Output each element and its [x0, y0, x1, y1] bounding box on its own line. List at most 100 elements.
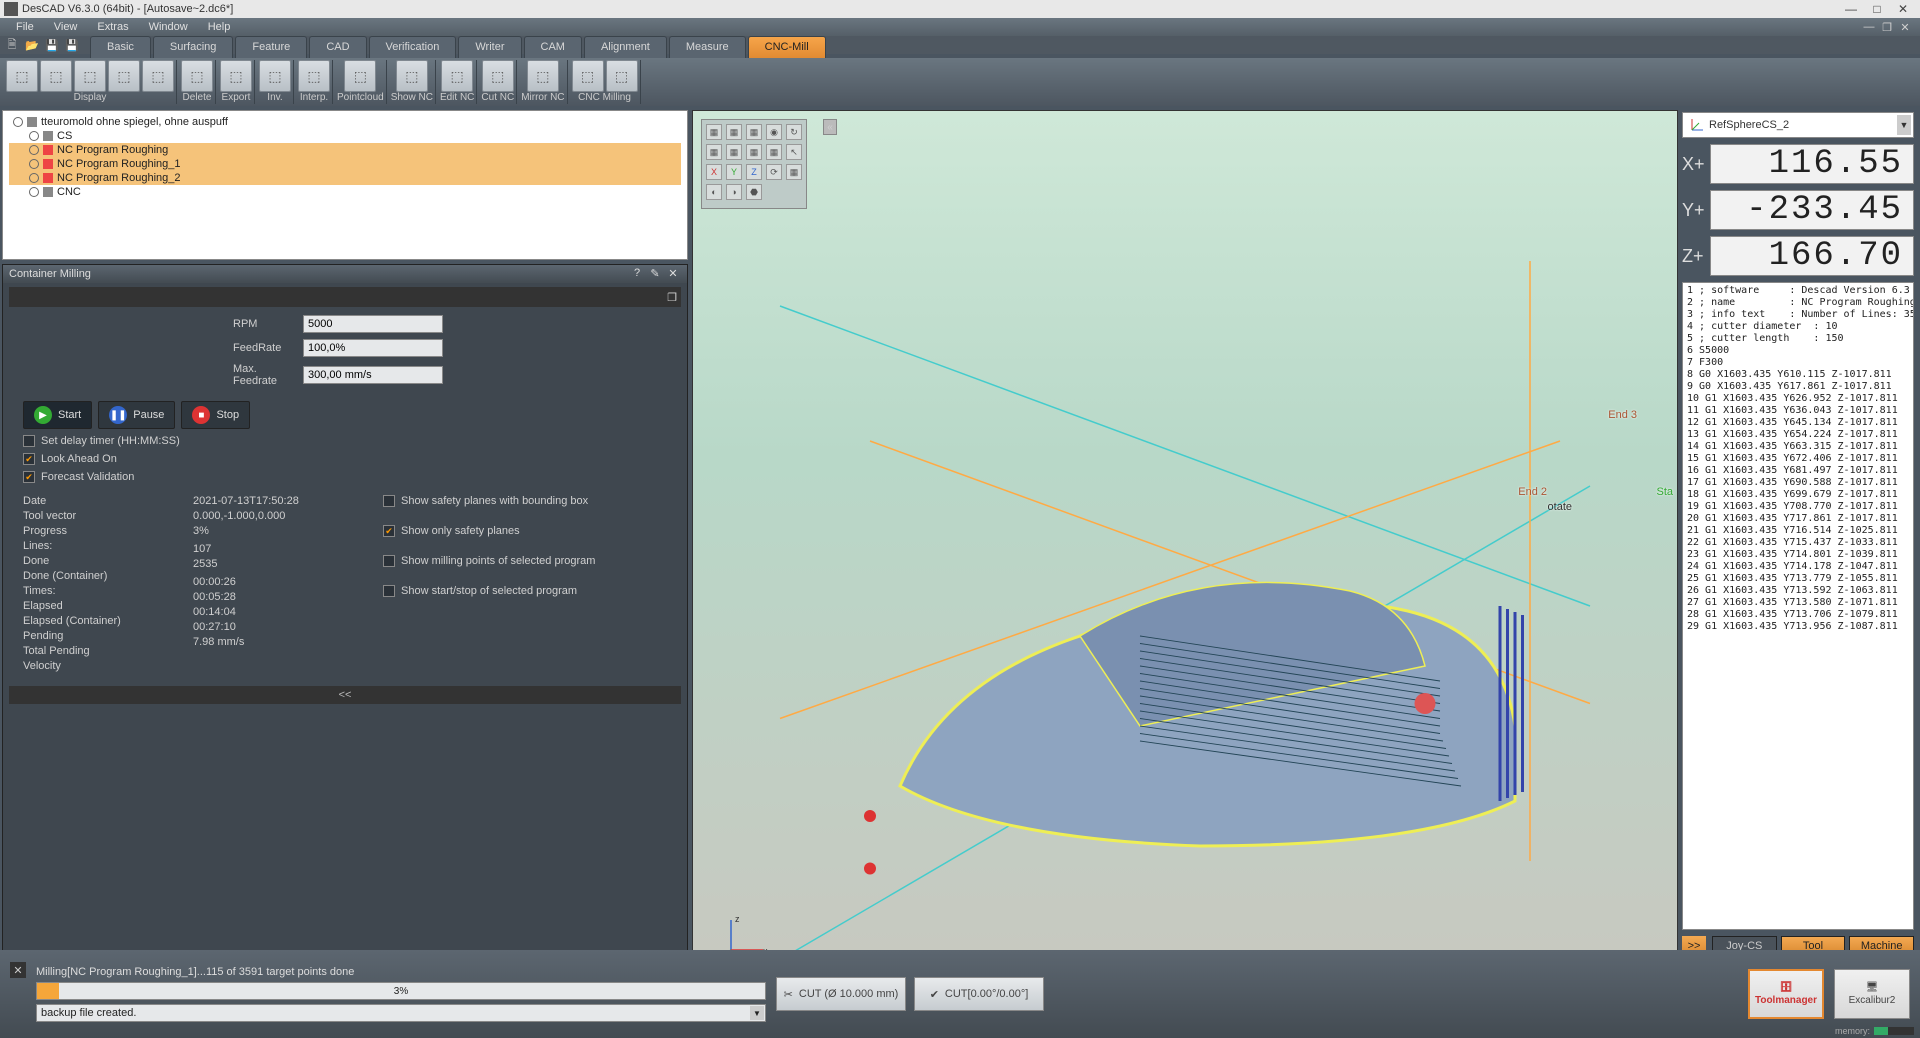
- status-message[interactable]: backup file created.▼: [36, 1004, 766, 1022]
- panel-close-button[interactable]: ✕: [665, 267, 681, 281]
- qa-open-button[interactable]: 📂: [24, 38, 40, 52]
- ribbon-btn-eye[interactable]: ⬚: [6, 60, 38, 92]
- os-close-button[interactable]: ✕: [1890, 2, 1916, 16]
- visibility-icon[interactable]: [29, 145, 39, 155]
- mdi-restore-button[interactable]: ❐: [1878, 21, 1896, 34]
- ribbon-btn-mill1[interactable]: ⬚: [572, 60, 604, 92]
- tree-label: tteuromold ohne spiegel, ohne auspuff: [41, 116, 228, 128]
- startstop-checkbox[interactable]: [383, 585, 395, 597]
- tree-row[interactable]: NC Program Roughing: [9, 143, 681, 157]
- footer-close-button[interactable]: ✕: [10, 962, 26, 978]
- panel-pin-button[interactable]: ✎: [647, 267, 663, 281]
- tree-row[interactable]: CS: [9, 129, 681, 143]
- ribbon-btn-shownc[interactable]: ⬚: [396, 60, 428, 92]
- tree-row[interactable]: NC Program Roughing_2: [9, 171, 681, 185]
- ribbon-btn-gear[interactable]: ⬚: [74, 60, 106, 92]
- ribbon-btn-mirrornc[interactable]: ⬚: [527, 60, 559, 92]
- ribbon-group-label: CNC Milling: [578, 92, 631, 104]
- position-readouts: X+116.55 Y+-233.45 Z+166.70: [1682, 144, 1914, 276]
- ribbon-btn-stack[interactable]: ⬚: [108, 60, 140, 92]
- tab-cam[interactable]: CAM: [524, 36, 582, 60]
- lookahead-label: Look Ahead On: [41, 453, 117, 465]
- tab-cad[interactable]: CAD: [309, 36, 366, 60]
- ribbon-btn-trash[interactable]: ⬚: [181, 60, 213, 92]
- footer-progress: Milling[NC Program Roughing_1]...115 of …: [36, 966, 766, 1022]
- lookahead-checkbox[interactable]: ✔: [23, 453, 35, 465]
- ribbon-btn-pin[interactable]: ⬚: [142, 60, 174, 92]
- x-axis-label: X+: [1682, 154, 1710, 175]
- tab-feature[interactable]: Feature: [235, 36, 307, 60]
- tree-row[interactable]: tteuromold ohne spiegel, ohne auspuff: [9, 115, 681, 129]
- os-maximize-button[interactable]: □: [1864, 2, 1890, 16]
- visibility-icon[interactable]: [29, 187, 39, 197]
- mdi-close-button[interactable]: ✕: [1896, 21, 1914, 34]
- z-readout: 166.70: [1710, 236, 1914, 276]
- qa-save-button[interactable]: 💾: [44, 38, 60, 52]
- safety-only-checkbox[interactable]: ✔: [383, 525, 395, 537]
- delay-checkbox[interactable]: [23, 435, 35, 447]
- qa-new-button[interactable]: 🗎: [4, 38, 20, 52]
- tab-writer[interactable]: Writer: [458, 36, 521, 60]
- excalibur-button[interactable]: 🖥Excalibur2: [1834, 969, 1910, 1019]
- rpm-input[interactable]: [303, 315, 443, 333]
- ribbon-group-editnc: ⬚Edit NC: [438, 60, 477, 104]
- tab-verification[interactable]: Verification: [369, 36, 457, 60]
- collapse-bar[interactable]: <<: [9, 686, 681, 704]
- ribbon-btn-interp[interactable]: ⬚: [298, 60, 330, 92]
- cut-diameter-button[interactable]: ✂CUT (Ø 10.000 mm): [776, 977, 906, 1011]
- millpoints-checkbox[interactable]: [383, 555, 395, 567]
- tree-row[interactable]: CNC: [9, 185, 681, 199]
- model-tree[interactable]: tteuromold ohne spiegel, ohne auspuffCSN…: [2, 110, 688, 260]
- maxfeed-input[interactable]: [303, 366, 443, 384]
- qa-saveall-button[interactable]: 💾: [64, 38, 80, 52]
- forecast-checkbox[interactable]: ✔: [23, 471, 35, 483]
- tree-label: CS: [57, 130, 72, 142]
- left-column: tteuromold ohne spiegel, ohne auspuffCSN…: [0, 108, 690, 984]
- os-titlebar: DesCAD V6.3.0 (64bit) - [Autosave~2.dc6*…: [0, 0, 1920, 18]
- ribbon-btn-editnc[interactable]: ⬚: [441, 60, 473, 92]
- tab-basic[interactable]: Basic: [90, 36, 151, 60]
- stop-button[interactable]: ■Stop: [181, 401, 250, 429]
- safety-bbox-checkbox[interactable]: [383, 495, 395, 507]
- panel-help-button[interactable]: ?: [629, 267, 645, 281]
- mdi-minimize-button[interactable]: —: [1860, 21, 1878, 34]
- ribbon-btn-export[interactable]: ⬚: [220, 60, 252, 92]
- gcode-listing[interactable]: 1 ; software : Descad Version 6.3 2 ; na…: [1682, 282, 1914, 930]
- panel-dock-button[interactable]: ❐: [667, 291, 677, 304]
- visibility-icon[interactable]: [29, 173, 39, 183]
- ribbon-btn-pc[interactable]: ⬚: [344, 60, 376, 92]
- tree-label: NC Program Roughing_1: [57, 158, 181, 170]
- start-button[interactable]: ▶Start: [23, 401, 92, 429]
- 3d-viewport[interactable]: ▦▦▦◉↻ ▦▦▦▦↖ XYZ⟳▦ ◐◑⬣ «: [692, 110, 1678, 982]
- menu-window[interactable]: Window: [139, 21, 198, 33]
- pause-button[interactable]: ❚❚Pause: [98, 401, 175, 429]
- ribbon-btn-cutnc[interactable]: ⬚: [482, 60, 514, 92]
- tab-measure[interactable]: Measure: [669, 36, 746, 60]
- ribbon-btn-sphere[interactable]: ⬚: [40, 60, 72, 92]
- menu-view[interactable]: View: [44, 21, 88, 33]
- feedrate-input[interactable]: [303, 339, 443, 357]
- tab-alignment[interactable]: Alignment: [584, 36, 667, 60]
- menu-help[interactable]: Help: [198, 21, 241, 33]
- container-milling-panel: Container Milling ? ✎ ✕ ❐ RPM FeedRate: [2, 264, 688, 982]
- play-icon: ▶: [34, 406, 52, 424]
- ribbon-btn-inv[interactable]: ⬚: [259, 60, 291, 92]
- visibility-icon[interactable]: [13, 117, 23, 127]
- cut-angle-button[interactable]: ✔CUT[0.00°/0.00°]: [914, 977, 1044, 1011]
- ribbon-group-label: Pointcloud: [337, 92, 384, 104]
- visibility-icon[interactable]: [29, 159, 39, 169]
- tree-row[interactable]: NC Program Roughing_1: [9, 157, 681, 171]
- forecast-label: Forecast Validation: [41, 471, 134, 483]
- menu-file[interactable]: File: [6, 21, 44, 33]
- visibility-icon[interactable]: [29, 131, 39, 141]
- toolmanager-button[interactable]: 🗄Toolmanager: [1748, 969, 1824, 1019]
- coord-system-select[interactable]: RefSphereCS_2 ▼: [1682, 112, 1914, 138]
- menu-extras[interactable]: Extras: [87, 21, 138, 33]
- coord-system-name: RefSphereCS_2: [1709, 119, 1789, 131]
- os-minimize-button[interactable]: —: [1838, 2, 1864, 16]
- ribbon-group-cutnc: ⬚Cut NC: [479, 60, 517, 104]
- tab-cnc-mill[interactable]: CNC-Mill: [748, 36, 826, 60]
- tab-surfacing[interactable]: Surfacing: [153, 36, 233, 60]
- model-rendering: [693, 111, 1677, 981]
- ribbon-btn-mill2[interactable]: ⬚: [606, 60, 638, 92]
